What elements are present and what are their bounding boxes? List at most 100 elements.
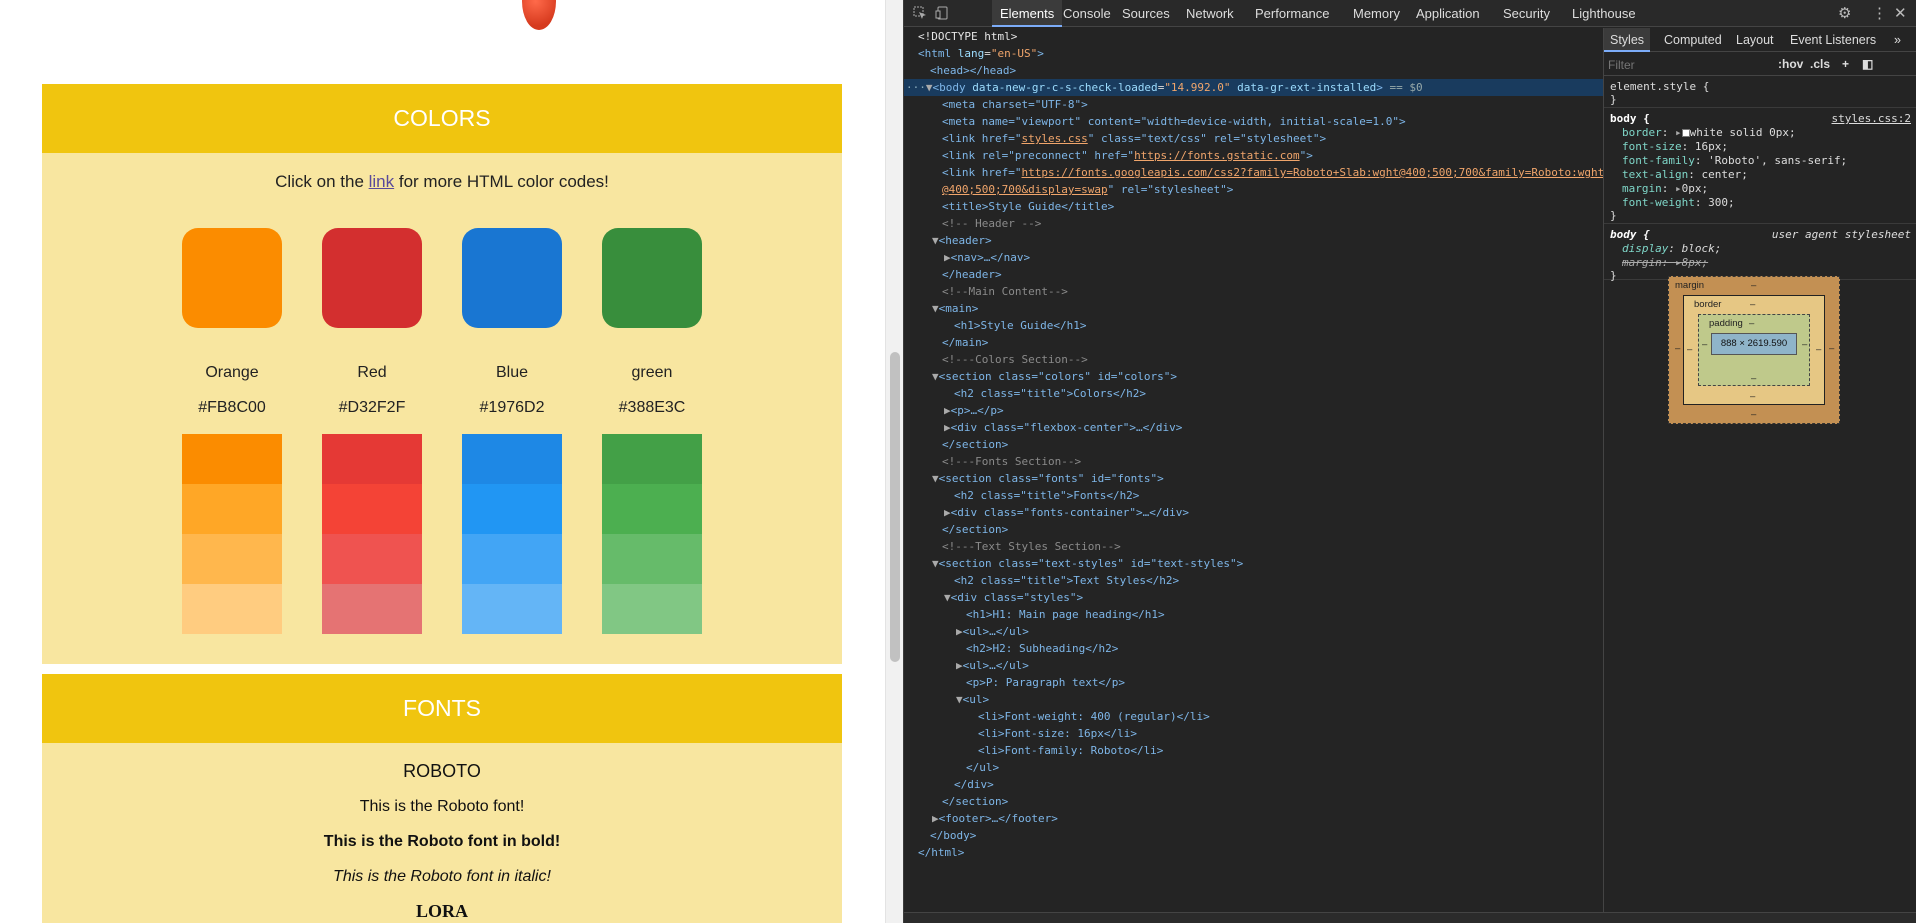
collapse-triangle-icon[interactable]: ▶ <box>944 251 951 264</box>
tree-body-close[interactable]: </body> <box>930 827 976 844</box>
hov-toggle[interactable]: :hov <box>1778 57 1803 71</box>
tree-html-close[interactable]: </html> <box>918 844 964 861</box>
google-fonts-link[interactable]: https://fonts.googleapis.com/css2?family… <box>1021 166 1604 179</box>
tree-comment-text[interactable]: <!---Text Styles Section--> <box>942 538 1121 555</box>
tree-meta-viewport[interactable]: <meta name="viewport" content="width=dev… <box>942 113 1406 130</box>
collapse-triangle-icon[interactable]: ▶ <box>956 625 963 638</box>
tree-h1[interactable]: <h1>Style Guide</h1> <box>954 317 1086 334</box>
dom-tree[interactable]: <!DOCTYPE html> <html lang="en-US"> <hea… <box>904 28 1604 923</box>
gstatic-link[interactable]: https://fonts.gstatic.com <box>1134 149 1300 162</box>
tree-li-1[interactable]: <li>Font-weight: 400 (regular)</li> <box>978 708 1210 725</box>
styles-source-link[interactable]: styles.css:2 <box>1832 112 1911 125</box>
tab-computed[interactable]: Computed <box>1658 28 1728 52</box>
tree-link-fonts[interactable]: <link href="https://fonts.googleapis.com… <box>942 164 1604 181</box>
tree-link-preconnect[interactable]: <link rel="preconnect" href="https://fon… <box>942 147 1313 164</box>
tab-elements[interactable]: Elements <box>992 0 1063 27</box>
collapse-triangle-icon[interactable]: ▶ <box>944 421 951 434</box>
console-drawer-edge[interactable] <box>904 912 1916 923</box>
styles-css-link[interactable]: styles.css <box>1021 132 1087 145</box>
cls-toggle[interactable]: .cls <box>1810 57 1830 71</box>
prop-border[interactable]: border: ▸ white solid 0px; <box>1622 126 1796 139</box>
prop-font-weight[interactable]: font-weight: 300; <box>1622 196 1735 209</box>
tab-event-listeners[interactable]: Event Listeners <box>1784 28 1882 52</box>
collapse-triangle-icon[interactable]: ▶ <box>932 812 939 825</box>
tree-p-para[interactable]: <p>P: Paragraph text</p> <box>966 674 1125 691</box>
prop-margin[interactable]: margin: ▸0px; <box>1622 182 1708 195</box>
tree-body-selected[interactable]: ···▼<body data-new-gr-c-s-check-loaded="… <box>904 79 1604 96</box>
tree-comment-main[interactable]: <!--Main Content--> <box>942 283 1068 300</box>
tree-ul-open[interactable]: ▼<ul> <box>956 691 989 708</box>
tree-comment-colors[interactable]: <!---Colors Section--> <box>942 351 1088 368</box>
more-options-icon[interactable]: ⋮ <box>1872 4 1887 22</box>
tree-h2-text[interactable]: <h2 class="title">Text Styles</h2> <box>954 572 1179 589</box>
tree-section-close-1[interactable]: </section> <box>942 436 1008 453</box>
tab-sources[interactable]: Sources <box>1114 0 1178 27</box>
tree-main[interactable]: ▼<main> <box>932 300 978 317</box>
styles-filter-input[interactable] <box>1608 56 1768 74</box>
expand-triangle-icon[interactable]: ▼ <box>932 370 939 383</box>
tree-head[interactable]: <head></head> <box>930 62 1016 79</box>
page-scrollbar[interactable] <box>885 0 903 923</box>
collapse-triangle-icon[interactable]: ▶ <box>944 506 951 519</box>
tab-security[interactable]: Security <box>1495 0 1558 27</box>
prop-font-family[interactable]: font-family: 'Roboto', sans-serif; <box>1622 154 1847 167</box>
tree-section-colors[interactable]: ▼<section class="colors" id="colors"> <box>932 368 1177 385</box>
tab-lighthouse[interactable]: Lighthouse <box>1564 0 1644 27</box>
tab-performance[interactable]: Performance <box>1247 0 1337 27</box>
prop-text-align[interactable]: text-align: center; <box>1622 168 1748 181</box>
tree-link-styles[interactable]: <link href="styles.css" class="text/css"… <box>942 130 1326 147</box>
tab-application[interactable]: Application <box>1408 0 1488 27</box>
expand-triangle-icon[interactable]: ▼ <box>932 302 939 315</box>
settings-gear-icon[interactable]: ⚙ <box>1838 4 1851 22</box>
tree-main-close[interactable]: </main> <box>942 334 988 351</box>
tree-comment-fonts[interactable]: <!---Fonts Section--> <box>942 453 1081 470</box>
inspect-element-icon[interactable] <box>913 6 928 20</box>
styles-more-tabs[interactable]: » <box>1888 28 1907 52</box>
tree-html[interactable]: <html lang="en-US"> <box>918 45 1044 62</box>
tree-h2-fonts[interactable]: <h2 class="title">Fonts</h2> <box>954 487 1139 504</box>
collapse-triangle-icon[interactable]: ▶ <box>956 659 963 672</box>
google-fonts-link-cont[interactable]: @400;500;700&display=swap <box>942 183 1108 196</box>
expand-triangle-icon[interactable]: ▼ <box>932 472 939 485</box>
expand-triangle-icon[interactable]: ▼ <box>956 693 963 706</box>
tree-section-text[interactable]: ▼<section class="text-styles" id="text-s… <box>932 555 1243 572</box>
expand-triangle-icon[interactable]: ▼ <box>932 557 939 570</box>
collapse-triangle-icon[interactable]: ▶ <box>944 404 951 417</box>
tree-div-fonts[interactable]: ▶<div class="fonts-container">…</div> <box>944 504 1189 521</box>
tree-meta-charset[interactable]: <meta charset="UTF-8"> <box>942 96 1088 113</box>
prop-font-size[interactable]: font-size: 16px; <box>1622 140 1728 153</box>
box-model-content[interactable]: 888 × 2619.590 <box>1711 333 1797 355</box>
tab-layout[interactable]: Layout <box>1730 28 1780 52</box>
tree-title[interactable]: <title>Style Guide</title> <box>942 198 1114 215</box>
tab-styles[interactable]: Styles <box>1604 28 1651 52</box>
tree-section-fonts[interactable]: ▼<section class="fonts" id="fonts"> <box>932 470 1164 487</box>
color-swatch-white[interactable] <box>1681 129 1690 137</box>
expand-triangle-icon[interactable]: ▼ <box>932 234 939 247</box>
tree-ul-1[interactable]: ▶<ul>…</ul> <box>956 623 1029 640</box>
new-rule-plus-icon[interactable]: + <box>1842 57 1849 71</box>
tree-li-3[interactable]: <li>Font-family: Roboto</li> <box>978 742 1163 759</box>
toggle-sidebar-icon[interactable]: ◧ <box>1862 57 1873 71</box>
scrollbar-thumb[interactable] <box>890 352 900 662</box>
tree-section-close-2[interactable]: </section> <box>942 521 1008 538</box>
expand-triangle-icon[interactable]: ▼ <box>944 591 951 604</box>
tree-header-close[interactable]: </header> <box>942 266 1002 283</box>
device-toolbar-icon[interactable] <box>935 6 950 20</box>
tree-h2-sub[interactable]: <h2>H2: Subheading</h2> <box>966 640 1118 657</box>
tree-comment-header[interactable]: <!-- Header --> <box>942 215 1041 232</box>
tree-li-2[interactable]: <li>Font-size: 16px</li> <box>978 725 1137 742</box>
tree-ul-close[interactable]: </ul> <box>966 759 999 776</box>
tab-memory[interactable]: Memory <box>1345 0 1408 27</box>
tree-div-flex[interactable]: ▶<div class="flexbox-center">…</div> <box>944 419 1182 436</box>
tree-nav[interactable]: ▶<nav>…</nav> <box>944 249 1030 266</box>
tab-console[interactable]: Console <box>1055 0 1119 27</box>
tree-h2-colors[interactable]: <h2 class="title">Colors</h2> <box>954 385 1146 402</box>
tree-section-close-3[interactable]: </section> <box>942 793 1008 810</box>
tab-network[interactable]: Network <box>1178 0 1242 27</box>
tree-div-styles[interactable]: ▼<div class="styles"> <box>944 589 1083 606</box>
color-codes-link[interactable]: link <box>369 172 395 191</box>
tree-doctype[interactable]: <!DOCTYPE html> <box>918 28 1017 45</box>
tree-p-colors[interactable]: ▶<p>…</p> <box>944 402 1004 419</box>
tree-ul-2[interactable]: ▶<ul>…</ul> <box>956 657 1029 674</box>
tree-h1-main[interactable]: <h1>H1: Main page heading</h1> <box>966 606 1165 623</box>
